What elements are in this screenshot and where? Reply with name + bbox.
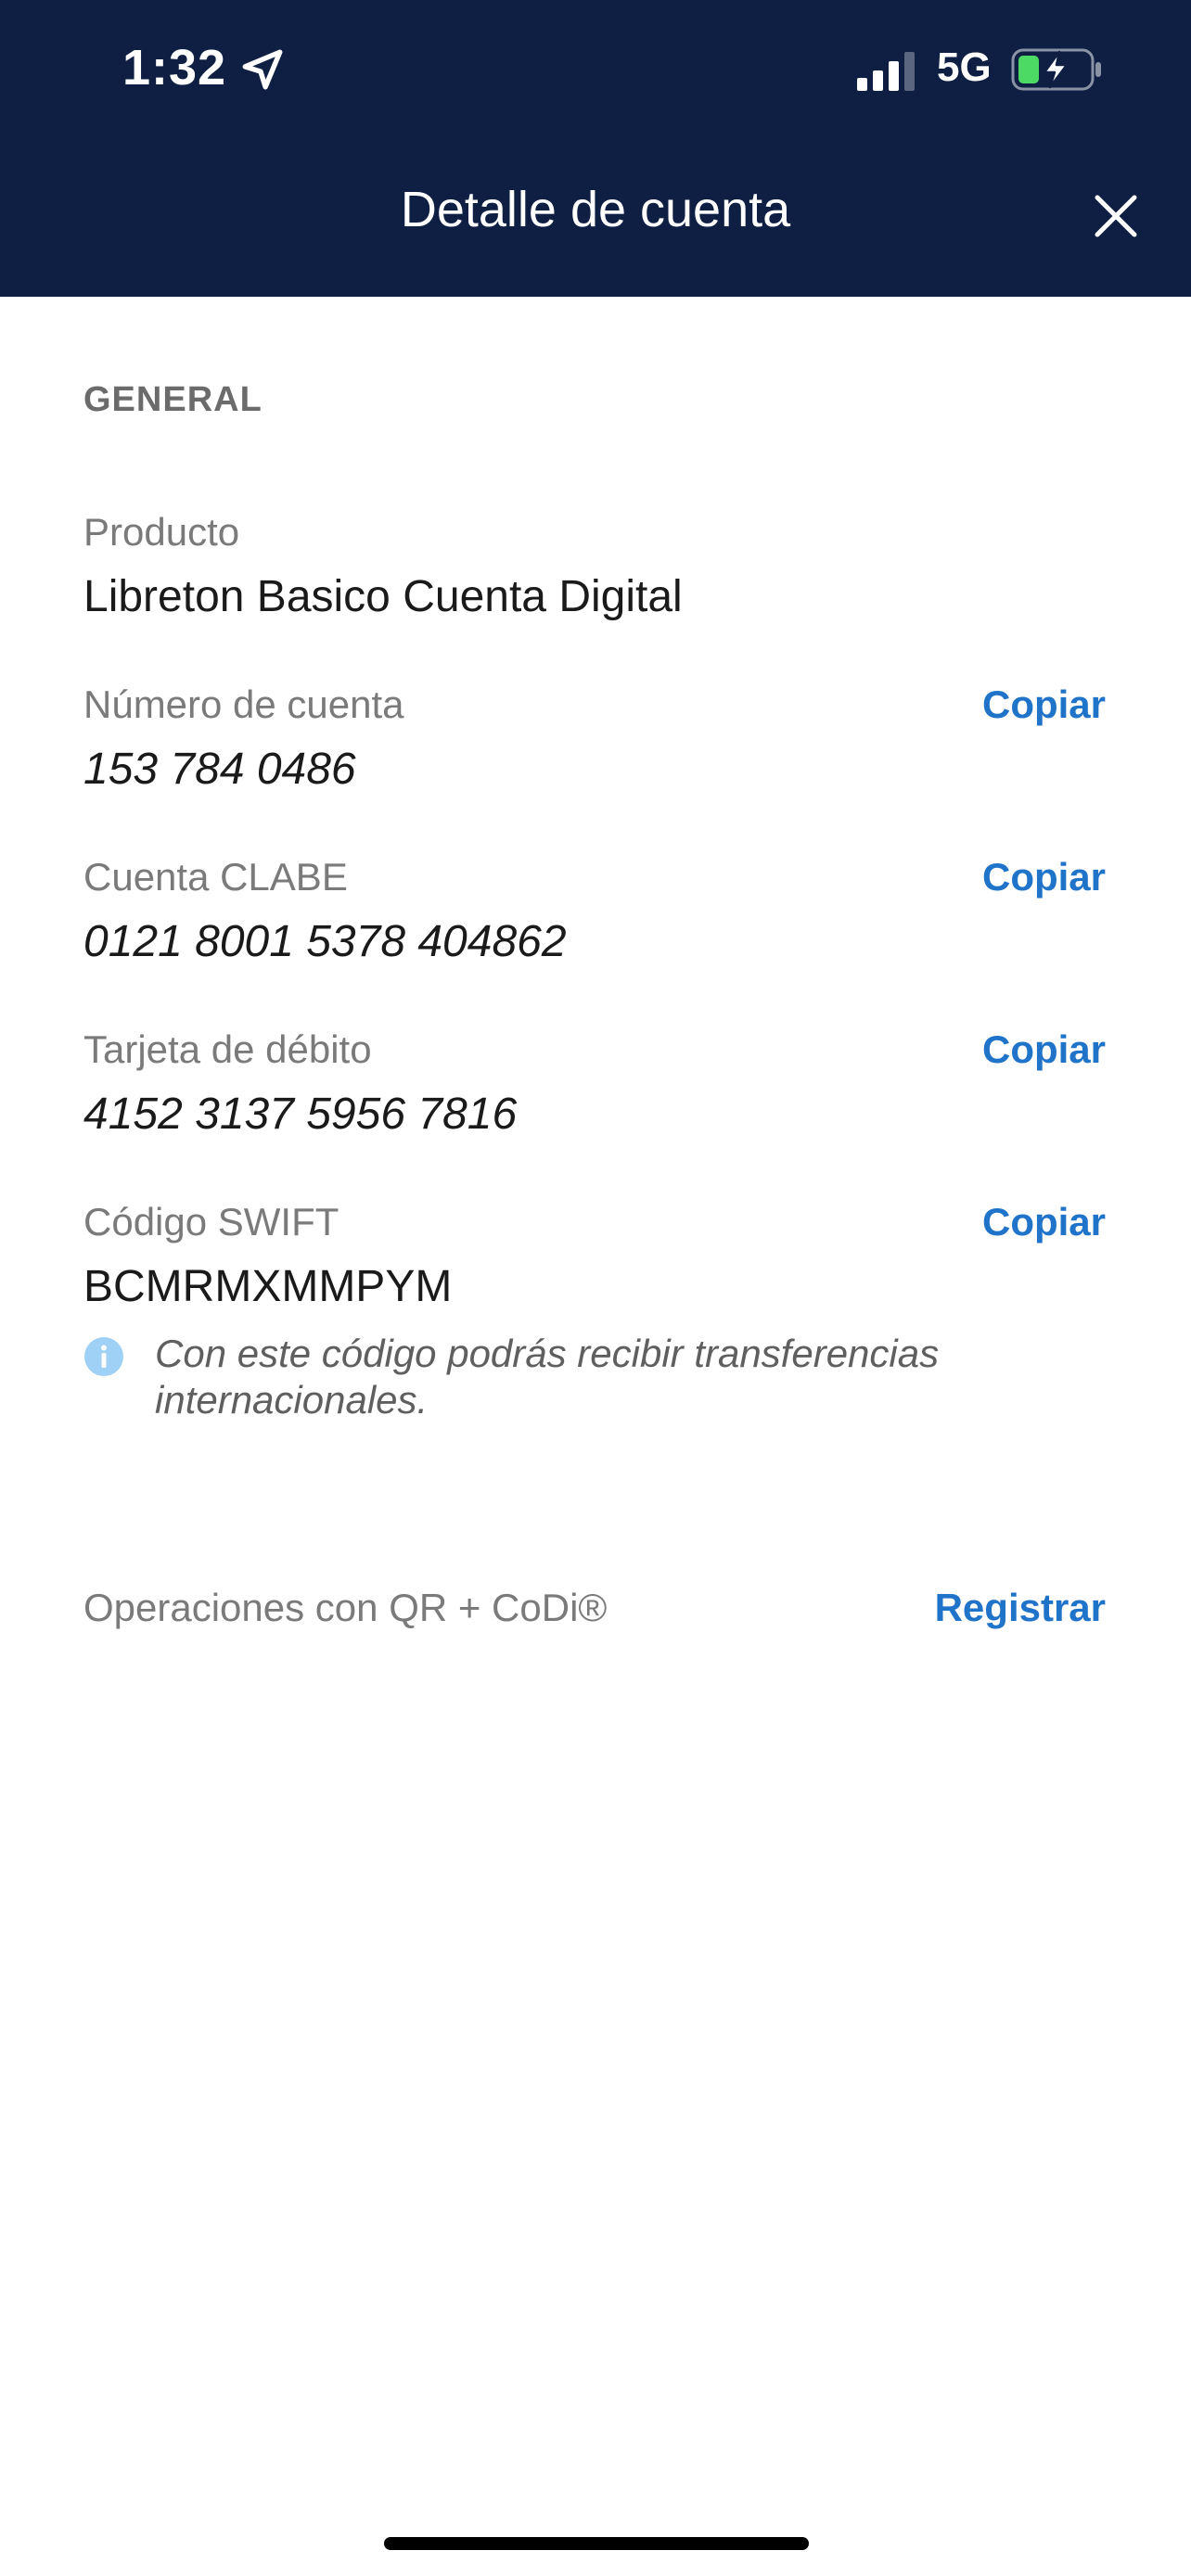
debit-card-label: Tarjeta de débito [83,1027,372,1071]
debit-card-value: 4152 3137 5956 7816 [83,1090,518,1139]
clabe-value: 0121 8001 5378 404862 [83,917,567,966]
battery-charging-icon [1011,48,1101,91]
qr-codi-label: Operaciones con QR + CoDi® [83,1586,608,1629]
account-number-value: 153 784 0486 [83,745,356,794]
home-indicator[interactable] [384,2537,809,2550]
info-icon [84,1337,123,1376]
location-arrow-icon [242,49,283,90]
copy-debit-card-button[interactable]: Copiar [982,1027,1106,1072]
clabe-label: Cuenta CLABE [83,855,348,899]
copy-clabe-button[interactable]: Copiar [982,855,1106,899]
product-value: Libreton Basico Cuenta Digital [83,572,683,621]
section-title-general: GENERAL [83,380,263,419]
copy-swift-button[interactable]: Copiar [982,1200,1106,1244]
swift-info-text: Con este código podrás recibir transfere… [155,1332,940,1422]
swift-value: BCMRMXMMPYM [83,1262,453,1311]
product-label: Producto [83,510,240,554]
register-qr-codi-button[interactable]: Registrar [935,1586,1106,1630]
swift-label: Código SWIFT [83,1200,339,1243]
cellular-signal-icon [857,52,915,91]
app-header: 1:32 5G Detalle de cuenta [0,0,1191,297]
close-icon[interactable] [1085,185,1146,247]
network-type: 5G [937,45,992,90]
status-time: 1:32 [122,40,227,96]
account-number-label: Número de cuenta [83,682,404,726]
copy-account-number-button[interactable]: Copiar [982,682,1106,727]
page-title: Detalle de cuenta [400,182,791,237]
